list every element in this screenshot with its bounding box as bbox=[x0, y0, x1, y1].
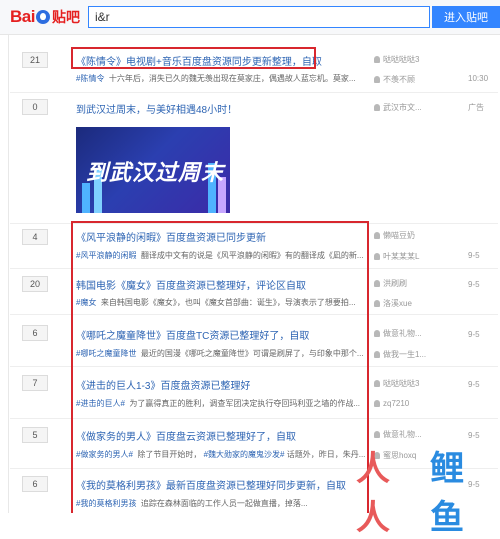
watermark-text-blue: 鲤鱼 bbox=[429, 449, 464, 538]
reply-count: 7 bbox=[22, 375, 48, 391]
ad-label: 广告 bbox=[468, 103, 484, 112]
last-reply-author[interactable]: zq7210 bbox=[374, 399, 409, 408]
user-icon bbox=[374, 351, 380, 358]
reply-count: 21 bbox=[22, 52, 48, 68]
tieba-logo[interactable]: Bai 贴吧 bbox=[10, 6, 80, 28]
author-name[interactable]: 哒哒哒哒3 bbox=[374, 378, 419, 389]
search-input[interactable]: i&r bbox=[88, 6, 430, 28]
highlight-box bbox=[71, 221, 369, 513]
last-reply-author[interactable]: 叶某某某L bbox=[374, 251, 419, 262]
logo-tieba-text: 贴吧 bbox=[51, 9, 80, 25]
thread-summary: #陈情令 十六年后，消失已久的魏无羡出现在莫家庄，偶遇故人蓝忘机。莫家... bbox=[76, 74, 356, 83]
user-icon bbox=[374, 56, 380, 63]
reply-count: 4 bbox=[22, 229, 48, 245]
top-bar: Bai 贴吧 i&r 进入贴吧 bbox=[0, 0, 500, 35]
watermark-logo: 人人 鲤鱼 bbox=[356, 449, 496, 538]
author-name[interactable]: 哒哒哒哒3 bbox=[374, 54, 419, 65]
reply-count: 5 bbox=[22, 427, 48, 443]
user-icon bbox=[374, 253, 380, 260]
ad-author[interactable]: 武汉市文... bbox=[374, 102, 422, 113]
user-icon bbox=[374, 76, 380, 83]
last-reply-author[interactable]: 做我一生1... bbox=[374, 349, 426, 360]
author-name[interactable]: 懒喵豆奶 bbox=[374, 230, 415, 241]
reply-count: 0 bbox=[22, 99, 48, 115]
user-icon bbox=[374, 431, 380, 438]
author-name[interactable]: 做意礼物... bbox=[374, 328, 422, 339]
topic-tag[interactable]: #陈情令 bbox=[76, 74, 104, 83]
ad-title[interactable]: 到武汉过周末，与美好相遇48小时！ bbox=[76, 101, 237, 116]
timestamp: 9-5 bbox=[468, 251, 480, 260]
highlight-box bbox=[71, 47, 316, 69]
reply-count: 6 bbox=[22, 476, 48, 492]
user-icon bbox=[374, 280, 380, 287]
author-name[interactable]: 洪刷刷 bbox=[374, 278, 407, 289]
reply-count: 6 bbox=[22, 325, 48, 341]
timestamp: 9-5 bbox=[468, 431, 480, 440]
user-icon bbox=[374, 232, 380, 239]
last-reply-author[interactable]: 不羡不顾 bbox=[374, 74, 415, 85]
user-icon bbox=[374, 104, 380, 111]
reply-count: 20 bbox=[22, 276, 48, 292]
timestamp: 9-5 bbox=[468, 280, 480, 289]
user-icon bbox=[374, 380, 380, 387]
timestamp: 9-5 bbox=[468, 380, 480, 389]
enter-tieba-button[interactable]: 进入贴吧 bbox=[432, 6, 500, 28]
ad-slogan: 到武汉过周末 bbox=[86, 160, 225, 186]
user-icon bbox=[374, 300, 380, 307]
user-icon bbox=[374, 330, 380, 337]
author-name[interactable]: 做意礼物... bbox=[374, 429, 422, 440]
ad-image[interactable]: 到武汉过周末 bbox=[76, 127, 230, 213]
paw-icon bbox=[35, 10, 50, 24]
watermark-text-red: 人人 bbox=[356, 449, 392, 538]
divider bbox=[8, 35, 9, 513]
user-icon bbox=[374, 400, 380, 407]
timestamp: 10:30 bbox=[468, 74, 489, 83]
logo-bai-text: Bai bbox=[10, 7, 35, 26]
last-reply-author[interactable]: 洛溪xue bbox=[374, 298, 412, 309]
timestamp: 9-5 bbox=[468, 330, 480, 339]
